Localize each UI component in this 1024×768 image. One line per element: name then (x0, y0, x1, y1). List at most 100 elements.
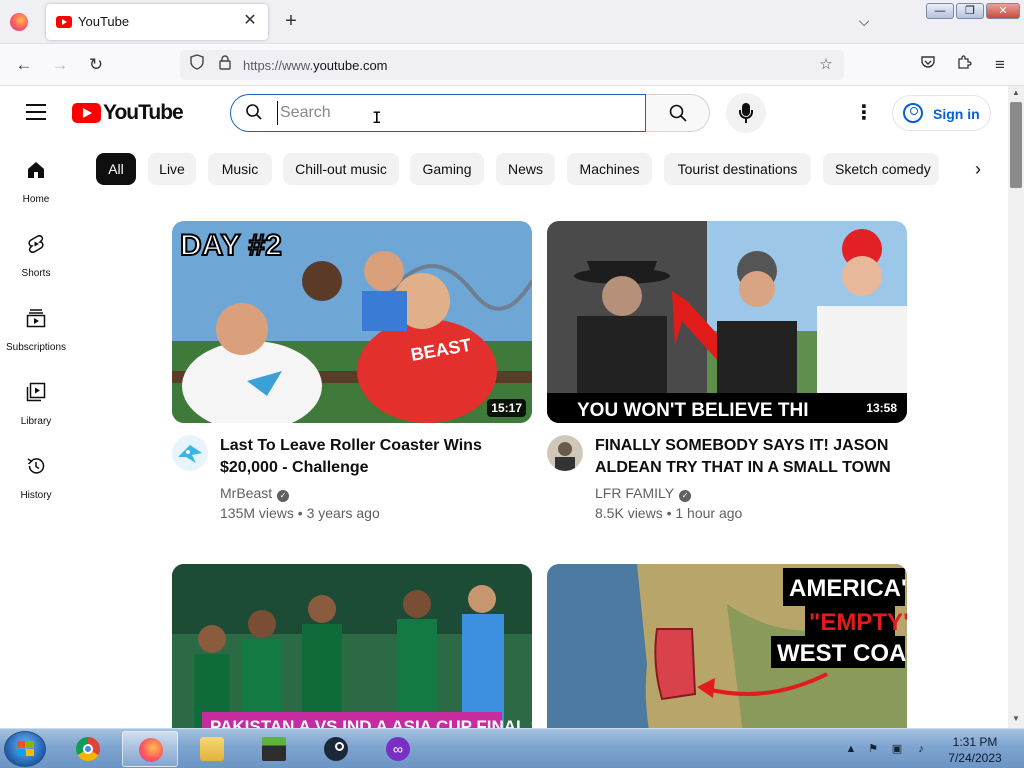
video-thumbnail[interactable]: PAKISTAN A VS IND A ASIA CUP FINAL 2023 (172, 564, 532, 728)
youtube-page: YouTube I ⋮ Sign in Home Shorts (0, 86, 1008, 728)
browser-tab-bar: YouTube ✕ + ⌵ — ❐ ✕ (0, 0, 1024, 44)
reload-icon[interactable]: ↻ (84, 54, 108, 76)
close-window-button[interactable]: ✕ (986, 3, 1020, 19)
minecraft-block-icon (262, 737, 286, 761)
video-thumbnail[interactable]: AMERICA'S "EMPTY" WEST COAST (547, 564, 907, 728)
sidebar-item-label: Shorts (21, 268, 51, 279)
sidebar-item-shorts[interactable]: Shorts (0, 220, 72, 294)
taskbar-clock[interactable]: 1:31 PM 7/24/2023 (940, 734, 1010, 766)
history-icon (26, 456, 46, 476)
voice-search-button[interactable] (726, 93, 766, 133)
scroll-up-arrow-icon[interactable]: ▲ (1008, 86, 1024, 100)
taskbar-minecraft[interactable] (246, 731, 302, 767)
sidebar-item-home[interactable]: Home (0, 146, 72, 220)
sidebar-item-library[interactable]: Library (0, 368, 72, 442)
video-meta: 8.5K views • 1 hour ago (595, 505, 743, 521)
infinity-app-icon: ∞ (386, 737, 410, 761)
tab-title: YouTube (78, 14, 130, 29)
sidebar-item-label: Home (22, 194, 50, 205)
network-icon[interactable]: ▣ (890, 742, 904, 756)
scroll-down-arrow-icon[interactable]: ▼ (1008, 712, 1024, 726)
system-tray: ▲ ⚑ ▣ ♪ 1:31 PM 7/24/2023 (840, 729, 1024, 768)
address-bar[interactable]: https://www.youtube.com ☆ (180, 50, 844, 80)
start-button[interactable] (4, 731, 46, 767)
show-hidden-icons-chevron-icon[interactable]: ▲ (844, 742, 858, 756)
url-text: https://www.youtube.com (243, 58, 388, 73)
pocket-icon[interactable] (916, 54, 940, 76)
chip-chill-out-music[interactable]: Chill-out music (283, 153, 399, 185)
tab-youtube[interactable]: YouTube ✕ (46, 4, 268, 40)
chip-music[interactable]: Music (208, 153, 272, 185)
extensions-puzzle-icon[interactable] (952, 54, 976, 76)
close-tab-icon[interactable]: ✕ (240, 11, 260, 31)
youtube-logo-text: YouTube (103, 101, 184, 124)
thumbnail-text: DAY #2 (180, 229, 282, 262)
channel-name[interactable]: MrBeast ✓ (220, 485, 290, 502)
chip-tourist-destinations[interactable]: Tourist destinations (664, 153, 811, 185)
clock-date: 7/24/2023 (948, 751, 1002, 765)
search-box (230, 94, 646, 132)
taskbar-file-explorer[interactable] (184, 731, 240, 767)
video-title[interactable]: FINALLY SOMEBODY SAYS IT! JASON ALDEAN T… (595, 435, 895, 479)
chip-machines[interactable]: Machines (567, 153, 652, 185)
back-arrow-icon[interactable]: ← (12, 54, 36, 76)
subscriptions-icon (26, 308, 46, 328)
lock-icon[interactable] (214, 54, 236, 76)
more-options-icon[interactable]: ⋮ (852, 100, 876, 126)
menu-hamburger-icon[interactable]: ≡ (988, 54, 1012, 76)
list-all-tabs-chevron-icon[interactable]: ⌵ (852, 10, 876, 32)
chip-gaming[interactable]: Gaming (410, 153, 484, 185)
sign-in-button[interactable]: Sign in (892, 95, 991, 131)
library-icon (26, 382, 46, 402)
youtube-favicon-icon (56, 16, 72, 28)
action-center-flag-icon[interactable]: ⚑ (866, 742, 880, 756)
folder-icon (200, 737, 224, 761)
sidebar-item-subscriptions[interactable]: Subscriptions (0, 294, 72, 368)
firefox-icon (139, 738, 163, 762)
chip-live[interactable]: Live (148, 153, 196, 185)
thumbnail-text: "EMPTY" (809, 609, 907, 636)
chip-sketch-comedy[interactable]: Sketch comedy (823, 153, 939, 185)
video-title[interactable]: Last To Leave Roller Coaster Wins $20,00… (220, 435, 520, 479)
sidebar-item-label: Library (20, 416, 52, 427)
channel-avatar[interactable] (172, 435, 208, 471)
taskbar-app-purple[interactable]: ∞ (370, 731, 426, 767)
chevron-right-icon[interactable]: › (962, 153, 994, 185)
taskbar-firefox[interactable] (122, 731, 178, 767)
taskbar-steam[interactable] (308, 731, 364, 767)
shield-icon[interactable] (186, 54, 208, 76)
shorts-icon (26, 234, 46, 254)
search-input[interactable] (277, 101, 627, 125)
firefox-icon[interactable] (10, 13, 28, 31)
sidebar-item-history[interactable]: History (0, 442, 72, 516)
volume-muted-icon[interactable]: ♪ (914, 742, 928, 756)
browser-navigation-bar: ← → ↻ https://www.youtube.com ☆ ≡ (0, 44, 1024, 86)
search-button[interactable] (646, 94, 710, 132)
windows-taskbar: ∞ ▲ ⚑ ▣ ♪ 1:31 PM 7/24/2023 (0, 728, 1024, 768)
sidebar-item-label: Subscriptions (5, 342, 67, 353)
maximize-button[interactable]: ❐ (956, 3, 984, 19)
bookmark-star-icon[interactable]: ☆ (815, 54, 837, 76)
forward-arrow-icon[interactable]: → (48, 54, 72, 76)
thumbnail-text: PAKISTAN A VS IND A ASIA CUP FINAL 2023 (210, 717, 532, 728)
channel-name[interactable]: LFR FAMILY ✓ (595, 485, 692, 502)
video-thumbnail[interactable]: BEAST DAY #2 15:17 (172, 221, 532, 423)
taskbar-chrome[interactable] (60, 731, 116, 767)
home-icon (26, 160, 46, 180)
thumbnail-text: YOU WON'T BELIEVE THI (577, 400, 808, 421)
clock-time: 1:31 PM (952, 735, 998, 749)
page-scrollbar[interactable]: ▲ ▼ (1008, 86, 1024, 728)
chip-news[interactable]: News (496, 153, 555, 185)
channel-avatar[interactable] (547, 435, 583, 471)
new-tab-button[interactable]: + (280, 10, 302, 32)
video-duration: 13:58 (862, 399, 901, 417)
guide-menu-icon[interactable] (26, 104, 46, 120)
chip-all[interactable]: All (96, 153, 136, 185)
sidebar-item-label: History (20, 490, 52, 501)
windows-logo-icon (17, 741, 35, 757)
video-thumbnail[interactable]: YOU WON'T BELIEVE THI 13:58 (547, 221, 907, 423)
minimize-button[interactable]: — (926, 3, 954, 19)
filter-chip-bar: All Live Music Chill-out music Gaming Ne… (96, 153, 996, 185)
youtube-logo-icon (72, 103, 101, 123)
scrollbar-thumb[interactable] (1010, 102, 1022, 188)
